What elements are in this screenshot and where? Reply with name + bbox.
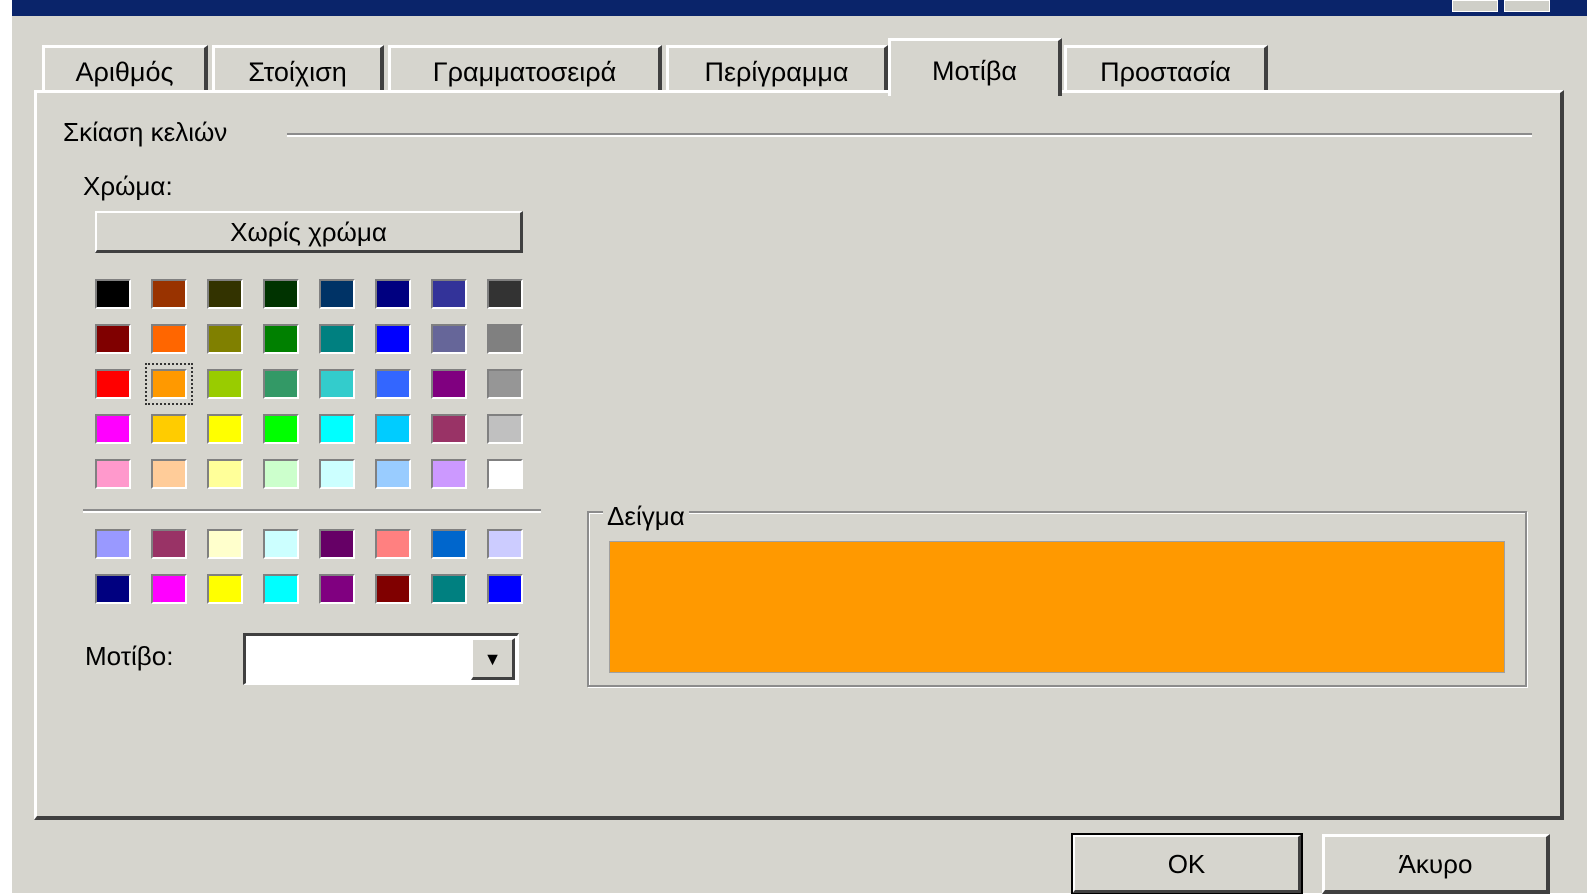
color-swatch[interactable] [431,574,467,604]
tab-protection[interactable]: Προστασία [1064,45,1268,93]
color-swatch[interactable] [145,363,193,405]
sample-preview [609,541,1505,673]
color-swatch[interactable] [319,529,355,559]
ok-button[interactable]: OK [1071,833,1303,894]
color-swatch[interactable] [319,279,355,309]
color-swatch[interactable] [207,459,243,489]
color-swatch[interactable] [95,324,131,354]
color-swatch[interactable] [151,324,187,354]
color-swatch[interactable] [431,414,467,444]
color-swatch[interactable] [263,529,299,559]
tab-alignment[interactable]: Στοίχιση [212,45,384,93]
color-swatch[interactable] [375,574,411,604]
title-bar [12,0,1587,16]
color-swatch[interactable] [319,369,355,399]
color-swatch[interactable] [431,529,467,559]
color-swatch[interactable] [207,529,243,559]
color-swatch[interactable] [263,324,299,354]
color-swatch[interactable] [95,529,131,559]
color-swatch[interactable] [207,414,243,444]
color-swatch[interactable] [95,414,131,444]
tab-font[interactable]: Γραμματοσειρά [388,45,662,93]
color-swatch[interactable] [431,324,467,354]
color-swatch[interactable] [151,414,187,444]
color-swatch[interactable] [151,459,187,489]
cell-shading-group-label: Σκίαση κελιών [63,117,240,148]
sample-label: Δείγμα [603,501,689,532]
color-swatch[interactable] [431,369,467,399]
color-swatch[interactable] [263,369,299,399]
color-swatch[interactable] [487,574,523,604]
close-title-button[interactable] [1504,0,1550,12]
group-divider [287,133,1532,137]
color-swatch[interactable] [207,574,243,604]
color-swatch[interactable] [375,369,411,399]
color-swatch[interactable] [151,279,187,309]
color-swatch[interactable] [375,459,411,489]
color-swatch[interactable] [263,414,299,444]
color-swatch[interactable] [207,369,243,399]
color-swatch[interactable] [375,414,411,444]
patterns-panel: Σκίαση κελιών Χρώμα: Χωρίς χρώμα Μοτίβο:… [34,90,1564,820]
tab-border[interactable]: Περίγραμμα [666,45,888,93]
color-swatch[interactable] [487,414,523,444]
color-swatch[interactable] [375,529,411,559]
color-swatch[interactable] [375,324,411,354]
color-swatch[interactable] [319,574,355,604]
color-swatch[interactable] [95,459,131,489]
color-swatch[interactable] [431,279,467,309]
tab-number[interactable]: Αριθμός [42,45,208,93]
color-swatch[interactable] [207,324,243,354]
chevron-down-icon[interactable]: ▼ [471,638,515,680]
color-swatch[interactable] [487,529,523,559]
color-swatch[interactable] [319,459,355,489]
color-swatch[interactable] [487,459,523,489]
color-swatch[interactable] [375,279,411,309]
color-swatch[interactable] [263,279,299,309]
color-swatch[interactable] [487,369,523,399]
no-color-button[interactable]: Χωρίς χρώμα [95,211,523,253]
color-swatch[interactable] [487,279,523,309]
color-label: Χρώμα: [83,171,173,201]
color-swatch[interactable] [263,574,299,604]
color-swatch[interactable] [95,574,131,604]
color-swatch[interactable] [319,414,355,444]
cancel-button[interactable]: Άκυρο [1322,834,1550,894]
tab-patterns[interactable]: Μοτίβα [888,38,1062,96]
color-swatch[interactable] [95,279,131,309]
color-swatch[interactable] [431,459,467,489]
pattern-dropdown[interactable]: ▼ [243,633,519,685]
color-swatch[interactable] [319,324,355,354]
pattern-label: Μοτίβο: [85,641,174,671]
color-swatch[interactable] [207,279,243,309]
color-swatch[interactable] [263,459,299,489]
color-swatch[interactable] [151,529,187,559]
help-title-button[interactable] [1452,0,1498,12]
format-cells-dialog: Αριθμός Στοίχιση Γραμματοσειρά Περίγραμμ… [12,0,1587,894]
color-swatch[interactable] [487,324,523,354]
palette-divider [83,509,541,513]
color-swatch[interactable] [95,369,131,399]
color-swatch[interactable] [151,574,187,604]
